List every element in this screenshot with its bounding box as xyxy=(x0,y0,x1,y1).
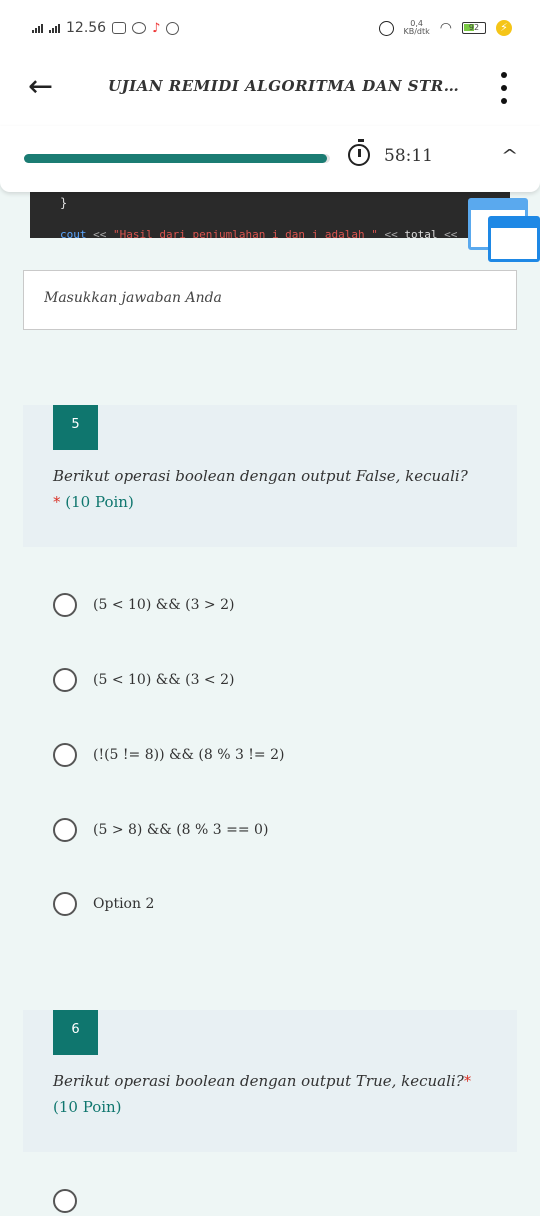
option-label: (5 < 10) && (3 > 2) xyxy=(93,597,235,613)
progress-card: 58:11 ^ xyxy=(0,126,540,192)
floating-window-icon[interactable] xyxy=(468,198,540,264)
timer-text: 58:11 xyxy=(384,146,433,166)
question-number: 6 xyxy=(53,1010,98,1055)
option-radio[interactable]: Option 2 xyxy=(53,889,154,919)
option-radio[interactable]: (5 < 10) && (3 < 2) xyxy=(53,665,234,695)
alarm-icon xyxy=(378,20,394,36)
answer-input[interactable] xyxy=(42,289,486,307)
radio-button[interactable] xyxy=(53,1189,77,1213)
radio-button[interactable] xyxy=(53,818,77,842)
signal-icon xyxy=(32,23,43,33)
charging-icon: ⚡ xyxy=(496,20,512,36)
question-number: 5 xyxy=(53,405,98,450)
radio-button[interactable] xyxy=(53,668,77,692)
code-brace: } xyxy=(60,196,68,210)
option-label: (!(5 != 8)) && (8 % 3 != 2) xyxy=(93,747,285,763)
play-icon xyxy=(166,21,180,35)
option-radio[interactable]: (!(5 != 8)) && (8 % 3 != 2) xyxy=(53,740,284,770)
progress-track xyxy=(24,154,330,163)
code-image: } cout << "Hasil dari penjumlahan i dan … xyxy=(30,192,510,238)
page-title: UJIAN REMIDI ALGORITMA DAN STRUK... xyxy=(108,77,468,95)
network-speed: 0,4 KB/dtk xyxy=(403,19,430,36)
mail-icon xyxy=(112,22,127,34)
battery-icon: 92 xyxy=(462,22,486,34)
required-marker: * xyxy=(463,1072,472,1090)
answer-field[interactable] xyxy=(23,270,517,330)
option-label: (5 > 8) && (8 % 3 == 0) xyxy=(93,822,269,838)
question-text: Berikut operasi boolean dengan output Fa… xyxy=(53,467,468,511)
status-time: 12.56 xyxy=(66,20,107,36)
radio-button[interactable] xyxy=(53,743,77,767)
required-marker: * xyxy=(53,493,61,511)
wifi-icon: ◠ xyxy=(439,20,452,36)
tiktok-icon: ♪ xyxy=(152,20,161,36)
option-radio[interactable]: (5 > 8) && (8 % 3 == 0) xyxy=(53,815,268,845)
option-radio[interactable] xyxy=(53,1186,93,1216)
radio-button[interactable] xyxy=(53,593,77,617)
progress-bar xyxy=(24,154,327,163)
radio-button[interactable] xyxy=(53,892,77,916)
back-arrow-icon[interactable]: ← xyxy=(28,72,58,104)
option-label: (5 < 10) && (3 < 2) xyxy=(93,672,235,688)
app-notification-icon xyxy=(132,22,147,34)
question-text: Berikut operasi boolean dengan output Tr… xyxy=(53,1072,472,1116)
signal-icon-2 xyxy=(49,23,60,33)
more-options-icon[interactable] xyxy=(496,72,512,104)
code-line: cout << "Hasil dari penjumlahan i dan j … xyxy=(60,228,458,238)
chevron-up-icon[interactable]: ^ xyxy=(501,146,518,165)
question-card-5: 5 Berikut operasi boolean dengan output … xyxy=(23,405,517,547)
question-points: (10 Poin) xyxy=(53,1098,122,1116)
option-label: Option 2 xyxy=(93,896,155,912)
question-card-6: 6 Berikut operasi boolean dengan output … xyxy=(23,1010,517,1152)
status-bar: 12.56 ♪ 0,4 KB/dtk ◠ 92 ⚡ xyxy=(0,0,540,60)
app-header: ← UJIAN REMIDI ALGORITMA DAN STRUK... xyxy=(0,60,540,126)
stopwatch-icon xyxy=(348,139,370,166)
question-points: (10 Poin) xyxy=(65,493,134,511)
option-radio[interactable]: (5 < 10) && (3 > 2) xyxy=(53,590,234,620)
